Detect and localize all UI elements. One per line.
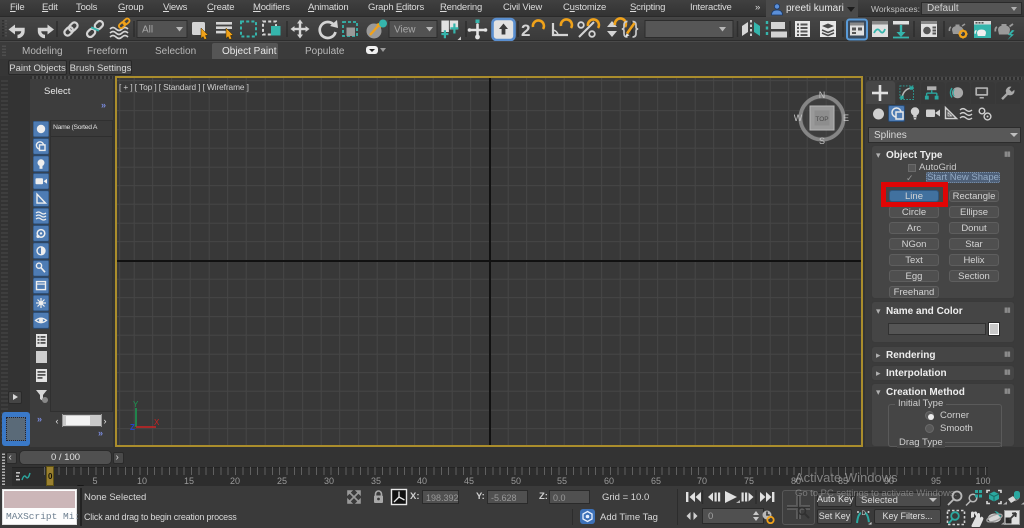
svg-text:N: N xyxy=(819,90,826,100)
svg-text:Z: Z xyxy=(130,423,135,432)
svg-text:E: E xyxy=(843,113,849,123)
svg-text:All: All xyxy=(142,25,153,36)
svg-text:TOP: TOP xyxy=(815,116,828,123)
svg-text:Y: Y xyxy=(133,400,139,409)
svg-text:X: X xyxy=(154,418,160,427)
svg-text:S: S xyxy=(819,136,825,146)
svg-text:W: W xyxy=(794,113,803,123)
svg-text:View: View xyxy=(394,25,416,36)
svg-text:D: D xyxy=(862,511,867,517)
svg-text:2: 2 xyxy=(521,21,530,40)
